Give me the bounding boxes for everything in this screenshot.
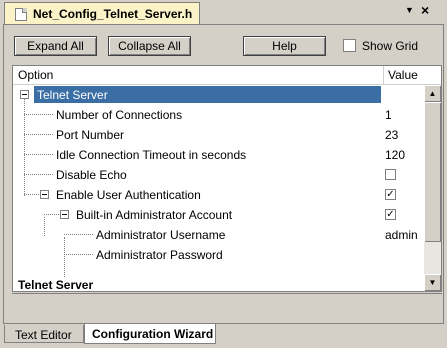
builtin-admin-account-checkbox[interactable]: ✓	[385, 209, 396, 220]
tree-row-builtin-admin-account[interactable]: Built-in Administrator Account ✓	[13, 205, 423, 225]
tree-row-value[interactable]: 23	[385, 128, 398, 142]
tree-row-disable-echo[interactable]: Disable Echo	[13, 165, 423, 185]
tree-row-value[interactable]: 1	[385, 108, 392, 122]
enable-user-authentication-checkbox[interactable]: ✓	[385, 189, 396, 200]
tree-row-enable-user-authentication[interactable]: Enable User Authentication ✓	[13, 185, 423, 205]
tree-row-admin-username[interactable]: Administrator Username admin	[13, 225, 423, 245]
tree-row-admin-password[interactable]: Administrator Password	[13, 245, 423, 265]
view-tab-bar: Text Editor Configuration Wizard	[0, 324, 447, 348]
help-button[interactable]: Help	[243, 36, 326, 56]
tab-label: Configuration Wizard	[92, 327, 214, 341]
collapse-all-button[interactable]: Collapse All	[108, 36, 191, 56]
tree-row-label: Built-in Administrator Account	[76, 208, 233, 222]
collapse-toggle-icon[interactable]	[40, 190, 49, 199]
tree-row-number-of-connections[interactable]: Number of Connections 1	[13, 105, 423, 125]
tree-row-value[interactable]: admin	[385, 228, 418, 242]
document-tab-bar: Net_Config_Telnet_Server.h ▼ ×	[0, 0, 447, 24]
description-title: Telnet Server	[18, 278, 94, 292]
file-tab-title: Net_Config_Telnet_Server.h	[33, 7, 193, 21]
configuration-wizard-panel: Expand All Collapse All Help Show Grid O…	[3, 24, 444, 324]
tree-row-label: Administrator Password	[96, 248, 223, 262]
file-icon	[15, 8, 27, 21]
collapse-toggle-icon[interactable]	[60, 210, 69, 219]
tree-row-label: Enable User Authentication	[56, 188, 201, 202]
tab-text-editor[interactable]: Text Editor	[4, 325, 84, 343]
dropdown-arrow-icon[interactable]: ▼	[405, 5, 414, 15]
option-tree: Option Value Telnet Server Number of Con…	[12, 65, 442, 292]
tree-row-label: Telnet Server	[37, 88, 108, 102]
tab-label: Text Editor	[15, 328, 72, 342]
tree-row-idle-timeout[interactable]: Idle Connection Timeout in seconds 120	[13, 145, 423, 165]
tree-row-label: Number of Connections	[56, 108, 183, 122]
tree-row-telnet-server[interactable]: Telnet Server	[13, 85, 423, 105]
scroll-down-icon[interactable]: ▼	[424, 274, 441, 291]
column-header-value[interactable]: Value	[388, 68, 418, 82]
close-icon[interactable]: ×	[421, 2, 429, 18]
tree-row-label: Administrator Username	[96, 228, 226, 242]
disable-echo-checkbox[interactable]	[385, 169, 396, 180]
tree-row-value[interactable]: 120	[385, 148, 405, 162]
expand-all-button[interactable]: Expand All	[14, 36, 97, 56]
tree-row-label: Disable Echo	[56, 168, 127, 182]
vertical-scrollbar[interactable]: ▲ ▼	[424, 85, 441, 291]
column-header-option[interactable]: Option	[18, 68, 53, 82]
tab-configuration-wizard[interactable]: Configuration Wizard	[84, 324, 216, 344]
description-divider[interactable]	[12, 293, 442, 294]
show-grid-checkbox[interactable]	[343, 39, 356, 52]
column-divider[interactable]	[383, 66, 384, 84]
column-header: Option Value	[13, 66, 441, 85]
tree-row-label: Port Number	[56, 128, 125, 142]
collapse-toggle-icon[interactable]	[20, 90, 29, 99]
tree-row-label: Idle Connection Timeout in seconds	[56, 148, 247, 162]
scrollbar-thumb[interactable]	[424, 102, 441, 242]
tree-row-port-number[interactable]: Port Number 23	[13, 125, 423, 145]
scroll-up-icon[interactable]: ▲	[424, 85, 441, 102]
file-tab[interactable]: Net_Config_Telnet_Server.h	[4, 2, 200, 24]
show-grid-label: Show Grid	[362, 39, 419, 53]
